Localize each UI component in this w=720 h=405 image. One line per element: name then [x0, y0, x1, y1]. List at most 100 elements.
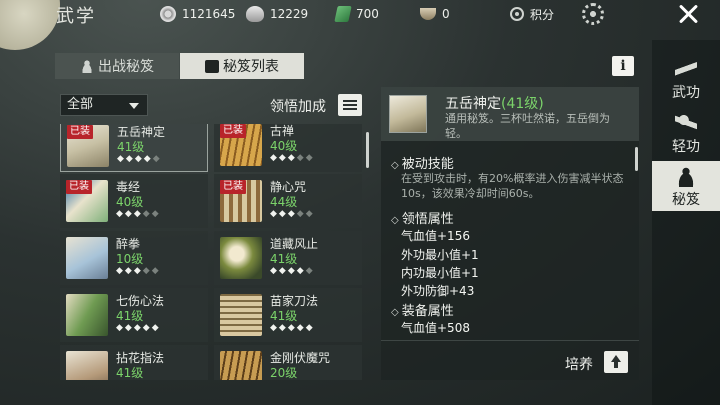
manual-thumbnail-icon — [66, 294, 108, 336]
tab-manual-list[interactable]: 秘笈列表 — [180, 53, 304, 79]
star-icon: ◆ — [305, 209, 315, 219]
star-icon: ◆ — [116, 323, 125, 333]
star-icon: ◆ — [117, 154, 126, 164]
star-icon: ◆ — [296, 323, 306, 333]
star-rating: ◆◆◆◆◆ — [270, 323, 315, 333]
nav-item-qinggong[interactable]: 轻功 — [652, 108, 720, 158]
star-rating: ◆◆◆◆◆ — [270, 153, 315, 163]
filter-dropdown[interactable]: 全部 — [60, 94, 148, 116]
star-icon: ◆ — [133, 209, 143, 219]
top-bar: 武学 1121645 12229 700 0 积分 — [0, 0, 720, 28]
star-icon: ◆ — [305, 153, 315, 163]
star-icon: ◆ — [270, 153, 279, 163]
star-icon: ◆ — [278, 153, 288, 163]
score-label: 积分 — [530, 7, 555, 22]
silver-pot-icon — [246, 6, 264, 22]
score-button[interactable]: 积分 — [510, 6, 554, 22]
resource-coins: 1121645 — [160, 6, 235, 22]
manual-thumbnail-icon — [66, 351, 108, 380]
resource-jade-value: 700 — [356, 7, 379, 21]
detail-scrollbar[interactable] — [635, 147, 638, 171]
tab-label: 秘笈列表 — [223, 59, 279, 75]
manual-level: 41级 — [270, 252, 298, 266]
list-item[interactable]: 已装 静心咒 44级 ◆◆◆◆◆ — [214, 174, 362, 228]
tab-equipped-manuals[interactable]: 出战秘笈 — [55, 53, 179, 79]
star-icon: ◆ — [296, 209, 306, 219]
list-item[interactable]: 已装 五岳神定 41级 ◆◆◆◆◆ — [60, 124, 208, 172]
filter-value: 全部 — [67, 97, 94, 112]
detail-divider — [381, 340, 639, 341]
resource-jade: 700 — [334, 6, 379, 22]
manual-thumbnail-icon — [66, 237, 108, 279]
star-icon: ◆ — [287, 323, 297, 333]
equip-attr: 气血值+508 — [401, 321, 470, 335]
manual-thumbnail-icon — [220, 237, 262, 279]
star-icon: ◆ — [124, 323, 134, 333]
equipped-badge: 已装 — [220, 124, 246, 138]
detail-header: 五岳神定(41级) 通用秘笈。三杯吐然诺，五岳倒为轻。 — [381, 87, 639, 141]
star-icon: ◆ — [116, 209, 125, 219]
close-icon[interactable] — [676, 2, 700, 26]
list-item[interactable]: 拈花指法41级◆◆◆◆◆ — [60, 345, 208, 380]
info-button[interactable]: i — [612, 56, 634, 76]
person-icon — [80, 59, 94, 73]
nav-item-wugong[interactable]: 武功 — [652, 54, 720, 104]
page-title: 武学 — [56, 6, 96, 27]
list-item[interactable]: 已装 毒经 40级 ◆◆◆◆◆ — [60, 174, 208, 228]
manual-level: 40级 — [116, 195, 144, 209]
manual-level: 44级 — [270, 195, 298, 209]
star-icon: ◆ — [116, 266, 125, 276]
resource-silver: 12229 — [246, 6, 308, 22]
star-icon: ◆ — [133, 266, 143, 276]
star-icon: ◆ — [133, 323, 143, 333]
detail-panel: 五岳神定(41级) 通用秘笈。三杯吐然诺，五岳倒为轻。 被动技能 在受到攻击时，… — [381, 87, 639, 380]
manual-level: 41级 — [270, 309, 298, 323]
meditation-icon — [675, 167, 697, 187]
list-item[interactable]: 金刚伏魔咒20级◆◆◆◆◆ — [214, 345, 362, 380]
manual-level: 40级 — [270, 139, 298, 153]
upgrade-arrow-icon[interactable] — [604, 351, 628, 373]
equip-attr-title: 装备属性 — [391, 300, 454, 319]
star-icon: ◆ — [287, 266, 297, 276]
list-scrollbar[interactable] — [366, 132, 369, 168]
manual-level: 41级 — [116, 309, 144, 323]
nav-item-label: 轻功 — [672, 139, 700, 155]
star-icon: ◆ — [296, 153, 306, 163]
list-item[interactable]: 苗家刀法 41级 ◆◆◆◆◆ — [214, 288, 362, 342]
tab-label: 出战秘笈 — [98, 59, 154, 75]
star-icon: ◆ — [151, 209, 161, 219]
gear-icon[interactable] — [582, 3, 604, 25]
nav-item-miji[interactable]: 秘笈 — [652, 161, 720, 211]
star-icon: ◆ — [278, 209, 288, 219]
list-view-button[interactable] — [338, 94, 362, 116]
manual-list[interactable]: 已装 五岳神定 41级 ◆◆◆◆◆ 已装 古禅 40级 ◆◆◆◆◆ 已装 毒经 40级 ◆◆◆◆◆ 已装… — [57, 124, 369, 380]
star-icon: ◆ — [287, 209, 297, 219]
chevron-down-icon — [129, 103, 139, 109]
manual-book-icon — [389, 95, 427, 133]
comprehension-attr: 外功防御+43 — [401, 284, 475, 298]
star-icon: ◆ — [270, 209, 279, 219]
star-rating: ◆◆◆◆◆ — [116, 266, 161, 276]
list-item[interactable]: 醉拳 10级 ◆◆◆◆◆ — [60, 231, 208, 285]
star-icon: ◆ — [124, 209, 134, 219]
comprehension-title: 领悟属性 — [391, 208, 454, 227]
resource-coins-value: 1121645 — [182, 7, 236, 21]
star-icon: ◆ — [151, 266, 161, 276]
star-icon: ◆ — [152, 154, 162, 164]
list-item[interactable]: 已装 古禅 40级 ◆◆◆◆◆ — [214, 124, 362, 172]
star-icon: ◆ — [142, 266, 152, 276]
list-item[interactable]: 道藏风止 41级 ◆◆◆◆◆ — [214, 231, 362, 285]
list-item[interactable]: 七伤心法 41级 ◆◆◆◆◆ — [60, 288, 208, 342]
nav-item-label: 武功 — [672, 85, 700, 101]
manual-thumbnail-icon — [220, 351, 262, 380]
star-icon: ◆ — [296, 266, 306, 276]
star-icon: ◆ — [124, 266, 134, 276]
comprehension-attr: 气血值+156 — [401, 229, 470, 243]
star-rating: ◆◆◆◆◆ — [270, 209, 315, 219]
nav-item-label: 秘笈 — [672, 192, 700, 208]
detail-description: 通用秘笈。三杯吐然诺，五岳倒为轻。 — [445, 112, 610, 140]
star-icon: ◆ — [287, 153, 297, 163]
star-icon: ◆ — [142, 209, 152, 219]
star-icon: ◆ — [151, 323, 161, 333]
passive-skill-title: 被动技能 — [391, 153, 454, 172]
